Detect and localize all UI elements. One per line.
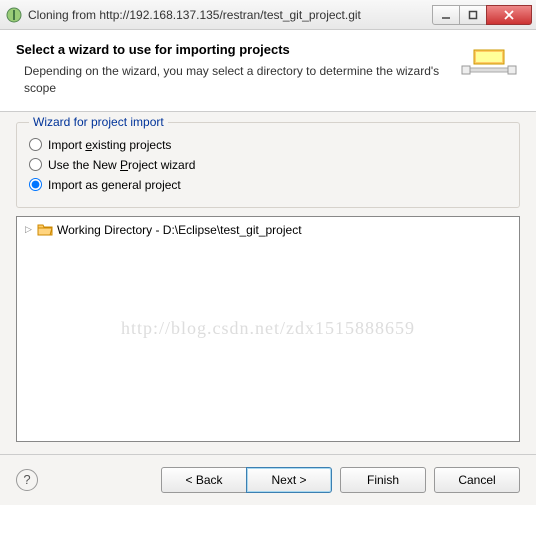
- wizard-import-group: Wizard for project import Import existin…: [16, 122, 520, 208]
- tree-expand-icon[interactable]: ▷: [25, 224, 35, 235]
- directory-tree[interactable]: ▷ Working Directory - D:\Eclipse\test_gi…: [16, 216, 520, 442]
- finish-button[interactable]: Finish: [340, 467, 426, 493]
- window-title: Cloning from http://192.168.137.135/rest…: [28, 8, 433, 22]
- back-button[interactable]: < Back: [161, 467, 247, 493]
- radio-import-existing[interactable]: Import existing projects: [29, 135, 507, 155]
- app-icon: [6, 7, 22, 23]
- tree-item-label: Working Directory - D:\Eclipse\test_git_…: [57, 223, 302, 237]
- radio-label: Import as general project: [48, 178, 181, 192]
- folder-icon: [37, 223, 53, 236]
- help-button[interactable]: ?: [16, 469, 38, 491]
- radio-input[interactable]: [29, 138, 42, 151]
- radio-import-general[interactable]: Import as general project: [29, 175, 507, 195]
- page-title: Select a wizard to use for importing pro…: [16, 42, 456, 57]
- page-description: Depending on the wizard, you may select …: [16, 63, 456, 97]
- window-controls: [433, 5, 532, 25]
- radio-new-project-wizard[interactable]: Use the New Project wizard: [29, 155, 507, 175]
- radio-label: Use the New Project wizard: [48, 158, 195, 172]
- radio-input[interactable]: [29, 178, 42, 191]
- next-button[interactable]: Next >: [246, 467, 332, 493]
- cancel-button[interactable]: Cancel: [434, 467, 520, 493]
- close-button[interactable]: [486, 5, 532, 25]
- title-bar: Cloning from http://192.168.137.135/rest…: [0, 0, 536, 30]
- wizard-banner-icon: [456, 42, 520, 90]
- minimize-button[interactable]: [432, 5, 460, 25]
- tree-item-working-directory[interactable]: ▷ Working Directory - D:\Eclipse\test_gi…: [21, 221, 515, 239]
- radio-input[interactable]: [29, 158, 42, 171]
- wizard-header: Select a wizard to use for importing pro…: [0, 30, 536, 112]
- button-bar: ? < Back Next > Finish Cancel: [0, 454, 536, 505]
- radio-label: Import existing projects: [48, 138, 171, 152]
- group-legend: Wizard for project import: [29, 115, 168, 129]
- maximize-button[interactable]: [459, 5, 487, 25]
